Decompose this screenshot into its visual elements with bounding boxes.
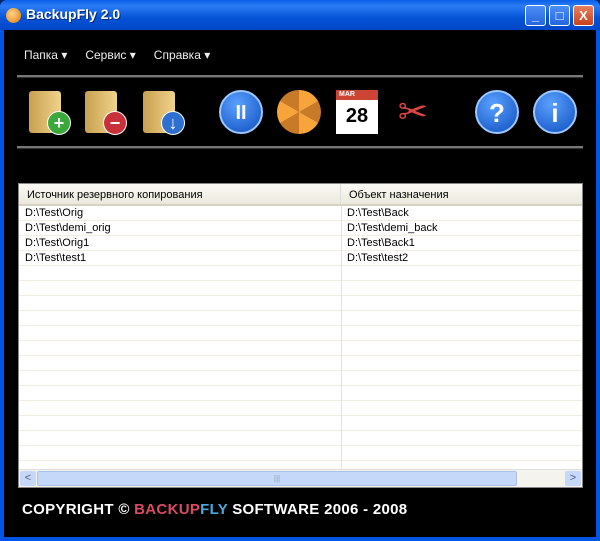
table-row[interactable]: D:\Test\Orig1 D:\Test\Back1 [19,236,582,251]
arrow-down-icon: ↓ [161,111,185,135]
folder-add-icon: + [29,91,71,135]
tools-icon: ✂ [397,91,429,132]
pause-icon: II [219,90,263,134]
help-icon: ? [475,90,519,134]
divider [17,75,583,78]
info-button[interactable]: i [532,88,578,136]
minimize-button[interactable]: _ [525,5,546,26]
divider [17,146,583,149]
menu-folder[interactable]: Папка [24,48,67,62]
maximize-button[interactable]: □ [549,5,570,26]
calendar-icon: MAR 28 [336,90,378,134]
info-icon: i [533,90,577,134]
copyright-prefix: COPYRIGHT © [22,501,135,518]
menu-help[interactable]: Справка [154,48,210,62]
window-title: BackupFly 2.0 [26,6,121,22]
calendar-day: 28 [345,105,369,127]
table-body: D:\Test\Orig D:\Test\Back D:\Test\demi_or… [19,206,582,469]
app-window: BackupFly 2.0 _ □ X Папка Сервис Справка… [0,0,600,541]
app-icon [6,8,21,23]
add-folder-button[interactable]: + [22,88,71,136]
destination-cell: D:\Test\Back [347,207,409,219]
copyright-text: COPYRIGHT © BACKUPFLY SOFTWARE 2006 - 20… [22,501,407,518]
source-cell: D:\Test\Orig [25,207,84,219]
backup-list: Источник резервного копирования Объект н… [18,183,583,488]
plus-icon: + [47,111,71,135]
column-source[interactable]: Источник резервного копирования [19,184,341,204]
horizontal-scrollbar[interactable]: < ||| > [19,469,582,487]
menu-service[interactable]: Сервис [85,48,135,62]
destination-cell: D:\Test\test2 [347,252,409,264]
brand-backup: BACKUP [134,501,201,518]
scroll-left-button[interactable]: < [20,471,36,486]
backupfly-logo-icon [277,90,321,134]
minus-icon: − [103,111,127,135]
scroll-right-button[interactable]: > [565,471,581,486]
destination-cell: D:\Test\demi_back [347,222,438,234]
table-row[interactable]: D:\Test\test1 D:\Test\test2 [19,251,582,266]
help-button[interactable]: ? [474,88,520,136]
table-row[interactable]: D:\Test\Orig D:\Test\Back [19,206,582,221]
scroll-thumb[interactable]: ||| [37,471,517,486]
table-row[interactable]: D:\Test\demi_orig D:\Test\demi_back [19,221,582,236]
settings-button[interactable]: ✂ [390,88,436,136]
title-bar: BackupFly 2.0 _ □ X [0,0,600,30]
menu-bar: Папка Сервис Справка [24,48,210,62]
folder-download-icon: ↓ [143,91,185,135]
source-cell: D:\Test\Orig1 [25,237,90,249]
destination-cell: D:\Test\Back1 [347,237,415,249]
client-area: Папка Сервис Справка + − ↓ II MAR28 ✂ ? … [4,30,596,537]
backup-run-button[interactable] [276,88,322,136]
copyright-suffix: SOFTWARE 2006 - 2008 [227,501,408,518]
schedule-button[interactable]: MAR 28 [334,88,380,136]
restore-folder-button[interactable]: ↓ [136,88,185,136]
calendar-month: MAR [336,90,378,100]
remove-folder-button[interactable]: − [78,88,127,136]
table-header: Источник резервного копирования Объект н… [19,184,582,206]
column-destination[interactable]: Объект назначения [341,184,457,204]
close-button[interactable]: X [573,5,594,26]
column-divider [341,206,342,469]
source-cell: D:\Test\demi_orig [25,222,111,234]
source-cell: D:\Test\test1 [25,252,87,264]
pause-button[interactable]: II [218,88,264,136]
folder-remove-icon: − [85,91,127,135]
brand-fly: FLY [200,501,228,518]
